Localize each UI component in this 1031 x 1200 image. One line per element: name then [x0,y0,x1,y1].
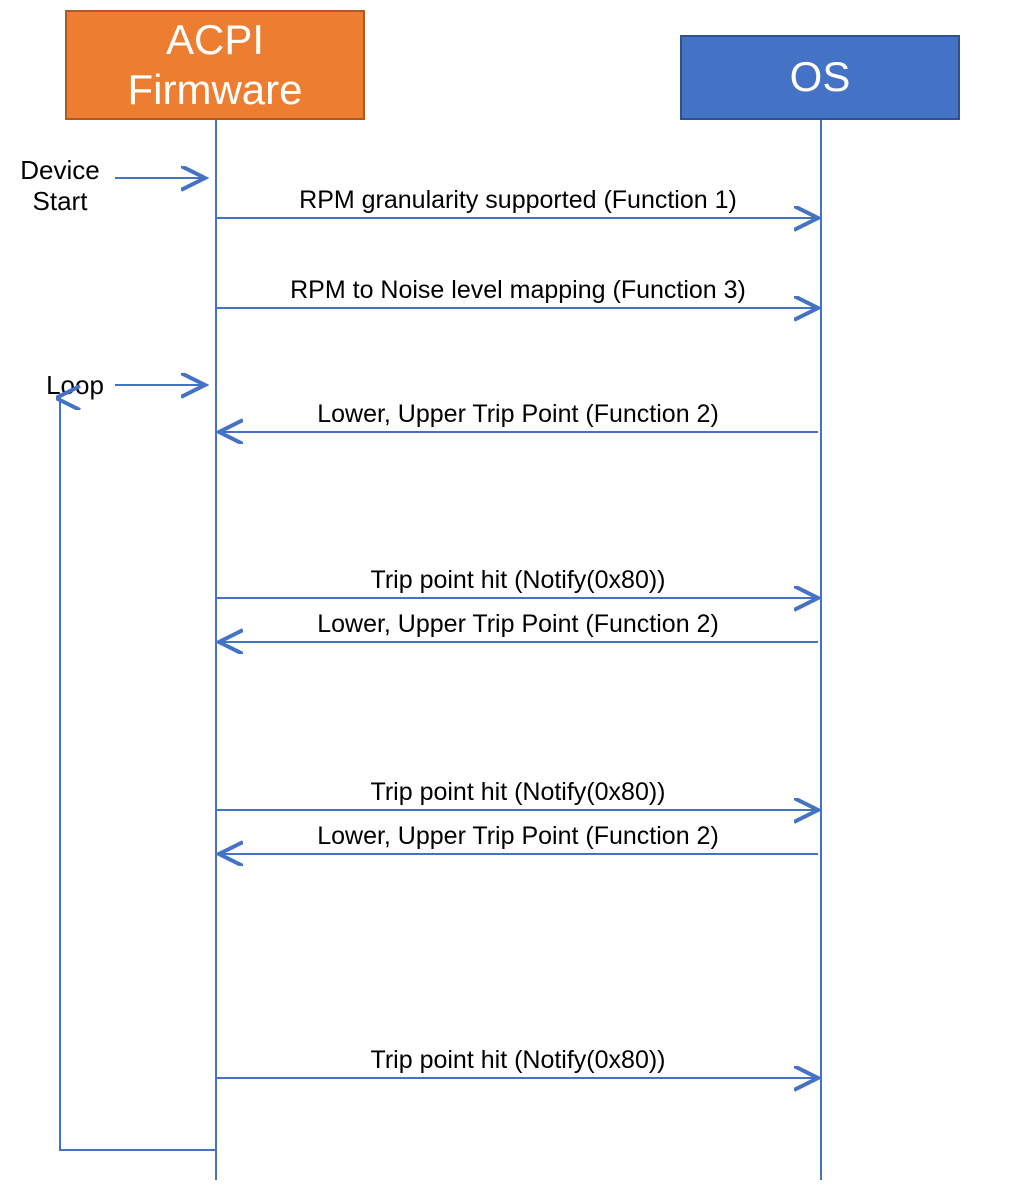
msg-label-1: RPM granularity supported (Function 1) [218,186,818,215]
loop-return-path [60,405,215,1150]
side-event-device-start: DeviceStart [10,155,110,217]
side-event-loop: Loop [40,370,110,401]
msg-label-2: RPM to Noise level mapping (Function 3) [218,276,818,305]
msg-label-3: Lower, Upper Trip Point (Function 2) [218,400,818,429]
participant-os: OS [680,35,960,120]
msg-label-5: Lower, Upper Trip Point (Function 2) [218,610,818,639]
arrows-layer [0,0,1031,1200]
msg-label-7: Lower, Upper Trip Point (Function 2) [218,822,818,851]
msg-label-8: Trip point hit (Notify(0x80)) [218,1046,818,1075]
lifeline-os [820,120,822,1180]
msg-label-4: Trip point hit (Notify(0x80)) [218,566,818,595]
participant-acpi-firmware: ACPIFirmware [65,10,365,120]
lifeline-acpi [215,120,217,1180]
msg-label-6: Trip point hit (Notify(0x80)) [218,778,818,807]
